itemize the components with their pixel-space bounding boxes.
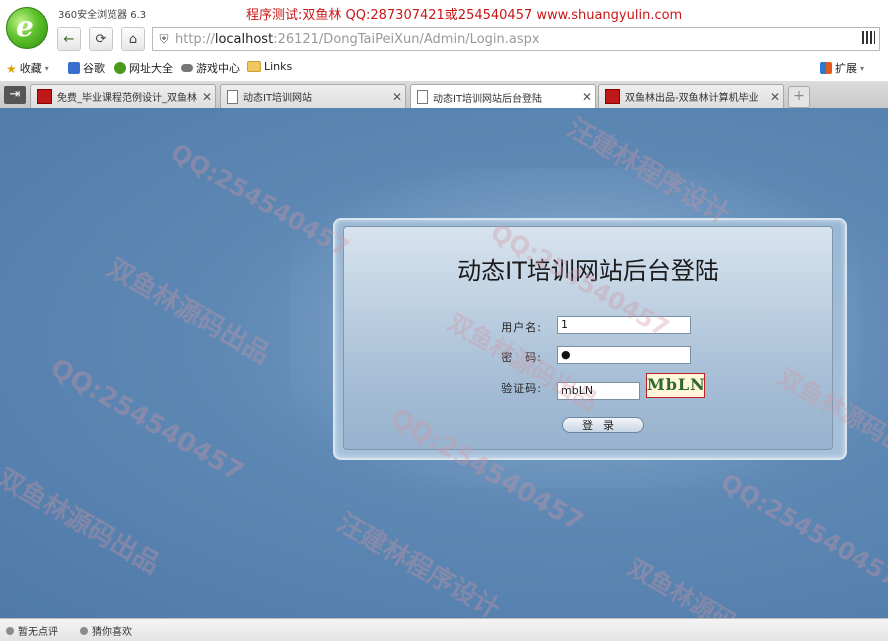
bookmark-games[interactable]: 游戏中心 (181, 60, 240, 76)
refresh-button[interactable]: ⟳ (89, 27, 113, 51)
address-bar[interactable]: ⛨ http://localhost:26121/DongTaiPeiXun/A… (152, 27, 880, 51)
status-recommend[interactable]: 猜你喜欢 (80, 623, 132, 638)
tab-close-icon[interactable]: ✕ (389, 90, 405, 104)
tab-admin-login[interactable]: 动态IT培训网站后台登陆 ✕ (410, 84, 596, 109)
recommend-icon (80, 627, 88, 635)
watermark-author: 汪建林程序设计 (332, 503, 508, 618)
tab-close-icon[interactable]: ✕ (199, 90, 215, 104)
comment-icon (6, 627, 14, 635)
login-button[interactable]: 登录 (562, 417, 644, 433)
password-input[interactable]: ● (557, 346, 691, 364)
sidebar-toggle-icon[interactable]: ⇥ (4, 86, 26, 104)
folder-icon (247, 61, 261, 72)
navigation-bar: ← ⟳ ⌂ ⛨ http://localhost:26121/DongTaiPe… (0, 26, 888, 54)
back-button[interactable]: ← (57, 27, 81, 51)
page-content: 动态IT培训网站后台登陆 用户名: 密 码: ● 验证码: MbLN 登录 QQ… (0, 108, 888, 618)
shield-icon: ⛨ (153, 32, 175, 47)
home-button[interactable]: ⌂ (121, 27, 145, 51)
extensions-button[interactable]: 扩展▾ (820, 60, 864, 76)
tab-biyesheji[interactable]: 免费_毕业课程范例设计_双鱼林 ✕ (30, 84, 216, 108)
star-icon: ★ (6, 62, 17, 74)
bookmark-favorites[interactable]: ★ 收藏▾ (6, 60, 49, 76)
captcha-image[interactable]: MbLN (646, 373, 705, 398)
status-comments[interactable]: 暂无点评 (6, 623, 58, 638)
status-bar: 暂无点评 猜你喜欢 (0, 618, 888, 641)
tab-close-icon[interactable]: ✕ (579, 90, 595, 104)
back-arrow-icon: ← (64, 32, 75, 47)
app-name: 360安全浏览器 6.3 (58, 6, 146, 21)
login-panel-inner: 动态IT培训网站后台登陆 用户名: 密 码: ● 验证码: MbLN 登录 (343, 226, 833, 450)
page-icon (227, 90, 238, 104)
bookmark-links[interactable]: Links (247, 60, 292, 73)
watermark-qq: QQ:254540457 (45, 353, 248, 488)
tab-site-home[interactable]: 动态IT培训网站 ✕ (220, 84, 406, 108)
login-panel: 动态IT培训网站后台登陆 用户名: 密 码: ● 验证码: MbLN 登录 (333, 218, 847, 460)
username-input[interactable] (557, 316, 691, 334)
watermark-author: 双鱼林源码出品 (0, 458, 168, 581)
red-favicon-icon (605, 89, 620, 104)
captcha-label: 验证码: (472, 380, 542, 396)
home-icon: ⌂ (129, 32, 137, 47)
browser-logo-icon: e (6, 7, 48, 49)
extensions-icon (820, 62, 832, 74)
qr-code-icon[interactable] (862, 31, 875, 44)
watermark-author: 双鱼林源码出品 (623, 548, 786, 618)
login-title: 动态IT培训网站后台登陆 (344, 251, 832, 286)
globe-icon (114, 62, 126, 74)
tab-shuangyulin[interactable]: 双鱼林出品-双鱼林计算机毕业 ✕ (598, 84, 784, 108)
tab-bar: ⇥ 免费_毕业课程范例设计_双鱼林 ✕ 动态IT培训网站 ✕ 动态IT培训网站后… (0, 81, 888, 109)
password-label: 密 码: (472, 349, 542, 365)
new-tab-button[interactable]: + (788, 86, 810, 108)
captcha-input[interactable] (557, 382, 640, 400)
refresh-icon: ⟳ (96, 32, 107, 47)
tab-close-icon[interactable]: ✕ (767, 90, 783, 104)
bookmarks-bar: ★ 收藏▾ 谷歌 网址大全 游戏中心 Links 扩展▾ (0, 56, 888, 80)
red-favicon-icon (37, 89, 52, 104)
bookmark-google[interactable]: 谷歌 (68, 60, 105, 76)
gamepad-icon (181, 64, 193, 72)
watermark-author: 双鱼林源码出品 (102, 248, 278, 371)
username-label: 用户名: (472, 319, 542, 335)
google-icon (68, 62, 80, 74)
title-bar: e 360安全浏览器 6.3 程序测试:双鱼林 QQ:287307421或254… (0, 0, 888, 26)
window-title: 程序测试:双鱼林 QQ:287307421或254540457 www.shua… (246, 4, 682, 23)
bookmark-sites[interactable]: 网址大全 (114, 60, 173, 76)
url-text[interactable]: http://localhost:26121/DongTaiPeiXun/Adm… (175, 32, 540, 47)
page-icon (417, 90, 428, 104)
